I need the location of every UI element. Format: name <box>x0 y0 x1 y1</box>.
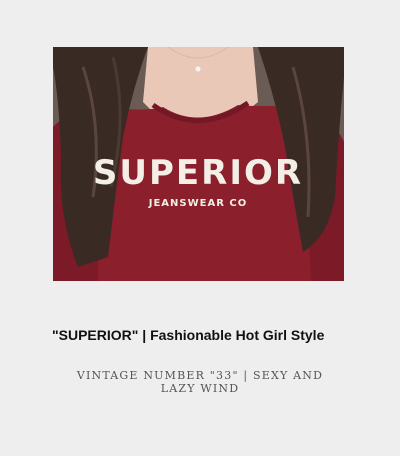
product-subtitle: VINTAGE NUMBER "33" | SEXY AND LAZY WIND <box>76 369 324 395</box>
product-card: SUPERIOR JEANSWEAR CO "SUPERIOR" | Fashi… <box>0 0 400 456</box>
product-title[interactable]: "SUPERIOR" | Fashionable Hot Girl Style <box>52 327 372 343</box>
product-image[interactable]: SUPERIOR JEANSWEAR CO <box>53 47 344 281</box>
shirt-print-jeanswear: JEANSWEAR CO <box>148 198 247 209</box>
shirt-print-superior: SUPERIOR <box>93 153 303 193</box>
